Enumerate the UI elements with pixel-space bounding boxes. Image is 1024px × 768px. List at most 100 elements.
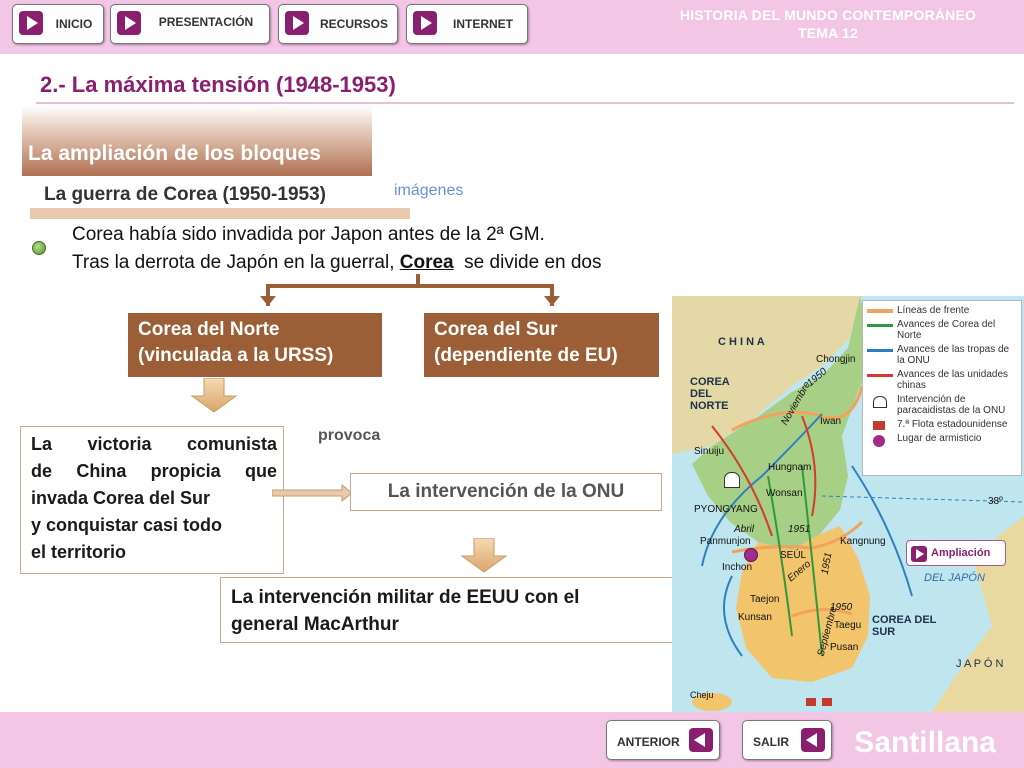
- un-intervention-box: La intervención de la ONU: [350, 473, 662, 511]
- play-arrow-icon: [19, 11, 43, 35]
- bullet-icon: [32, 241, 46, 255]
- city-label: Taejon: [750, 594, 780, 605]
- nav-presentacion-button[interactable]: PRESENTACIÓN: [110, 4, 270, 44]
- play-arrow-icon: [285, 11, 309, 35]
- page-title: 2.- La máxima tensión (1948-1953): [40, 72, 396, 97]
- city-label: PYONGYANG: [694, 504, 758, 515]
- nav-internet-label: INTERNET: [453, 17, 513, 31]
- nav-inicio-button[interactable]: INICIO: [12, 4, 104, 44]
- parachute-icon: [724, 472, 740, 488]
- ship-icon: [822, 698, 832, 706]
- city-label: Pusan: [830, 642, 859, 653]
- intro-line-2-end: se divide en dos: [453, 252, 602, 273]
- city-label: Hungnam: [768, 462, 812, 473]
- images-link[interactable]: imágenes: [394, 182, 463, 200]
- south-korea-subtitle: (dependiente de EU): [434, 345, 618, 366]
- china-line: La victoria comunista: [31, 434, 277, 454]
- legend-item: Avances de Corea del Norte: [867, 319, 1017, 341]
- previous-button[interactable]: ANTERIOR: [606, 720, 720, 760]
- city-label: Chongjin: [816, 354, 856, 365]
- map-label-japan: J A P Ó N: [956, 658, 1004, 670]
- subsection-title: La ampliación de los bloques: [28, 142, 321, 165]
- city-label: Cheju: [690, 690, 714, 700]
- armistice-icon: [873, 435, 885, 447]
- down-arrow-icon: [190, 378, 238, 413]
- us-intervention-line1: La intervención militar de EEUU con el: [231, 587, 580, 608]
- map-label-line: COREA DEL: [872, 614, 937, 626]
- city-label: Wonsan: [766, 488, 803, 499]
- city-label: Inchon: [722, 562, 753, 573]
- legend-item: Intervención de paracaidistas de la ONU: [867, 394, 1017, 416]
- china-context-box: La victoria comunista de China propicia …: [20, 426, 284, 574]
- legend-label: Avances de Corea del Norte: [897, 319, 996, 341]
- previous-label: ANTERIOR: [617, 735, 680, 749]
- legend-item: Avances de las unidades chinas: [867, 369, 1017, 391]
- intro-line-2: Tras la derrota de Japón en la guerral, …: [72, 252, 602, 274]
- city-label: Iwan: [820, 416, 842, 427]
- armistice-icon: [744, 548, 758, 562]
- us-intervention-box: La intervención militar de EEUU con el g…: [220, 577, 680, 643]
- nav-presentacion-label: PRESENTACIÓN: [158, 15, 254, 29]
- intro-line-2-text: Tras la derrota de Japón en la guerral,: [72, 252, 400, 273]
- nav-recursos-button[interactable]: RECURSOS: [278, 4, 398, 44]
- right-arrow-icon: [272, 484, 352, 502]
- south-korea-box: Corea del Sur (dependiente de EU): [424, 313, 659, 377]
- back-arrow-icon: [689, 728, 713, 752]
- course-title-line2: TEMA 12: [797, 25, 858, 41]
- legend-label: Líneas de frente: [897, 305, 970, 316]
- exit-button[interactable]: SALIR: [742, 720, 832, 760]
- topic-heading: La guerra de Corea (1950-1953): [44, 184, 326, 205]
- city-label: Panmunjon: [700, 536, 751, 547]
- topic-underline: [30, 208, 410, 219]
- map-label-line: SUR: [872, 626, 896, 638]
- legend-item: 7.ª Flota estadounidense: [867, 419, 1017, 430]
- provoca-label: provoca: [318, 427, 381, 444]
- play-arrow-icon: [911, 546, 927, 562]
- map-label-sea: DEL JAPÓN: [924, 572, 985, 584]
- legend-label: Avances de las tropas de la ONU: [897, 344, 1010, 366]
- legend-label: Avances de las unidades chinas: [897, 369, 1009, 391]
- ampliacion-button[interactable]: Ampliación: [906, 540, 1006, 566]
- brand-logo: Santillana: [854, 726, 996, 759]
- legend-item: Lugar de armisticio: [867, 433, 1017, 447]
- parachute-icon: [873, 396, 887, 408]
- map-label-line: DEL: [690, 388, 712, 400]
- china-line: de China propicia que: [31, 461, 277, 481]
- legend-item: Avances de las tropas de la ONU: [867, 344, 1017, 366]
- china-line: el territorio: [31, 542, 127, 562]
- map-label-china: C H I N A: [718, 336, 765, 348]
- legend-swatch: [867, 309, 893, 313]
- play-arrow-icon: [413, 11, 437, 35]
- legend-swatch: [867, 324, 893, 327]
- city-label: SEÚL: [780, 550, 807, 561]
- ship-icon: [806, 698, 816, 706]
- city-label: Sinuiju: [694, 446, 725, 457]
- legend-swatch: [867, 374, 893, 377]
- map-label-parallel: 38º: [988, 496, 1003, 507]
- course-title-line1: HISTORIA DEL MUNDO CONTEMPORÁNEO: [679, 7, 977, 23]
- legend-item: Líneas de frente: [867, 305, 1017, 316]
- city-label: Kunsan: [738, 612, 772, 623]
- map-label-line: COREA: [690, 376, 730, 388]
- city-label: Taegu: [834, 620, 862, 631]
- ship-icon: [873, 421, 885, 430]
- china-line: invada Corea del Sur: [31, 488, 211, 508]
- nav-internet-button[interactable]: INTERNET: [406, 4, 528, 44]
- intro-line-2-emphasis: Corea: [399, 252, 454, 273]
- map-label-line: NORTE: [690, 400, 729, 412]
- map-label-north-korea: COREA DEL NORTE: [690, 376, 730, 412]
- north-korea-title: Corea del Norte: [138, 319, 280, 340]
- intro-line-1: Corea había sido invadida por Japon ante…: [72, 224, 545, 245]
- date-label: 1951: [788, 524, 811, 535]
- map-legend: Líneas de frente Avances de Corea del No…: [862, 300, 1022, 476]
- date-label: 1950: [830, 602, 853, 613]
- down-arrow-icon: [460, 538, 508, 573]
- play-arrow-icon: [117, 11, 141, 35]
- course-title: HISTORIA DEL MUNDO CONTEMPORÁNEO TEMA 12: [648, 6, 1008, 42]
- legend-label: 7.ª Flota estadounidense: [897, 419, 1008, 430]
- legend-label: Lugar de armisticio: [897, 433, 982, 444]
- china-line: y conquistar casi todo: [31, 515, 223, 535]
- split-connector: [260, 274, 560, 306]
- us-intervention-line2: general MacArthur: [231, 614, 399, 635]
- back-arrow-icon: [801, 728, 825, 752]
